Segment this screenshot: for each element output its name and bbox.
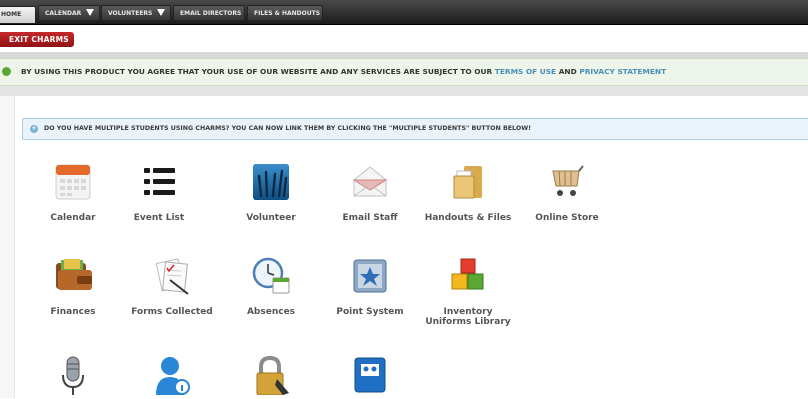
uniforms-library-label: Uniforms Library: [425, 317, 511, 327]
exit-charms-button[interactable]: EXIT CHARMS: [0, 32, 74, 47]
tab-calendar[interactable]: CALENDAR: [38, 5, 100, 21]
tab-volunteers[interactable]: VOLUNTEERS: [101, 5, 171, 21]
top-nav: HOME CALENDAR VOLUNTEERS EMAIL DIRECTORS…: [0, 0, 808, 25]
event-list-tile[interactable]: Event List: [114, 162, 204, 223]
user-info-tile[interactable]: [127, 355, 217, 395]
left-sidebar: [0, 96, 15, 398]
online-store-label: Online Store: [535, 213, 599, 223]
email-staff-label: Email Staff: [342, 213, 398, 223]
terms-banner: BY USING THIS PRODUCT YOU AGREE THAT YOU…: [0, 58, 808, 86]
event-list-label: Event List: [133, 213, 185, 223]
calendar-tile[interactable]: Calendar: [28, 162, 118, 223]
folder-icon: [448, 162, 488, 202]
terms-of-use-link[interactable]: TERMS OF USE: [495, 67, 556, 76]
finances-tile[interactable]: Finances: [28, 256, 118, 317]
blocks-icon: [448, 256, 488, 296]
forms-collected-label: Forms Collected: [131, 307, 213, 317]
shopping-cart-icon: [547, 162, 587, 202]
multiple-students-notice: + DO YOU HAVE MULTIPLE STUDENTS USING CH…: [22, 118, 808, 140]
tab-email-directors[interactable]: EMAIL DIRECTORS: [173, 5, 245, 21]
forms-icon: [152, 256, 192, 296]
padlock-icon: [251, 355, 291, 396]
address-book-icon: [350, 355, 390, 395]
tab-home[interactable]: HOME: [0, 6, 36, 24]
point-system-tile[interactable]: Point System: [325, 256, 415, 317]
user-info-icon: [152, 355, 192, 395]
tab-files-handouts[interactable]: FILES & HANDOUTS: [247, 5, 323, 21]
tab-files-handouts-label: FILES & HANDOUTS: [254, 10, 321, 17]
security-tile[interactable]: [226, 355, 316, 396]
calendar-label: Calendar: [50, 213, 96, 223]
forms-collected-tile[interactable]: Forms Collected: [127, 256, 217, 317]
star-book-icon: [350, 256, 390, 296]
volunteer-label: Volunteer: [246, 213, 296, 223]
wallet-icon: [53, 256, 93, 296]
envelope-icon: [350, 162, 390, 202]
dropdown-arrow-icon[interactable]: [86, 9, 95, 16]
online-store-tile[interactable]: Online Store: [522, 162, 612, 223]
divider: [0, 86, 808, 96]
clock-calendar-icon: [251, 256, 291, 296]
inventory-label: Inventory Uniforms Library: [423, 307, 513, 327]
microphone-icon: [53, 355, 93, 395]
volunteer-tile[interactable]: Volunteer: [226, 162, 316, 223]
handouts-files-label: Handouts & Files: [424, 213, 512, 223]
calendar-icon: [53, 162, 93, 202]
volunteer-hands-icon: [251, 162, 291, 202]
inventory-tile[interactable]: Inventory Uniforms Library: [423, 256, 513, 327]
tab-volunteers-label: VOLUNTEERS: [108, 10, 153, 17]
finances-label: Finances: [50, 307, 96, 317]
terms-text: BY USING THIS PRODUCT YOU AGREE THAT YOU…: [21, 67, 493, 76]
notice-text: DO YOU HAVE MULTIPLE STUDENTS USING CHAR…: [44, 125, 532, 132]
privacy-statement-link[interactable]: PRIVACY STATEMENT: [579, 67, 666, 76]
dropdown-arrow-icon[interactable]: [157, 9, 166, 16]
tab-email-directors-label: EMAIL DIRECTORS: [180, 10, 242, 17]
checkmark-icon: [2, 67, 11, 76]
and-text: AND: [558, 67, 577, 76]
list-icon: [139, 162, 179, 202]
absences-tile[interactable]: Absences: [226, 256, 316, 317]
tab-calendar-label: CALENDAR: [45, 10, 82, 17]
email-staff-tile[interactable]: Email Staff: [325, 162, 415, 223]
handouts-files-tile[interactable]: Handouts & Files: [423, 162, 513, 223]
absences-label: Absences: [246, 307, 296, 317]
tab-home-label: HOME: [1, 11, 22, 18]
recordings-tile[interactable]: [28, 355, 118, 395]
info-icon: +: [30, 125, 38, 133]
address-book-tile[interactable]: [325, 355, 415, 395]
inventory-label-line1: Inventory: [443, 307, 493, 317]
point-system-label: Point System: [336, 307, 404, 317]
